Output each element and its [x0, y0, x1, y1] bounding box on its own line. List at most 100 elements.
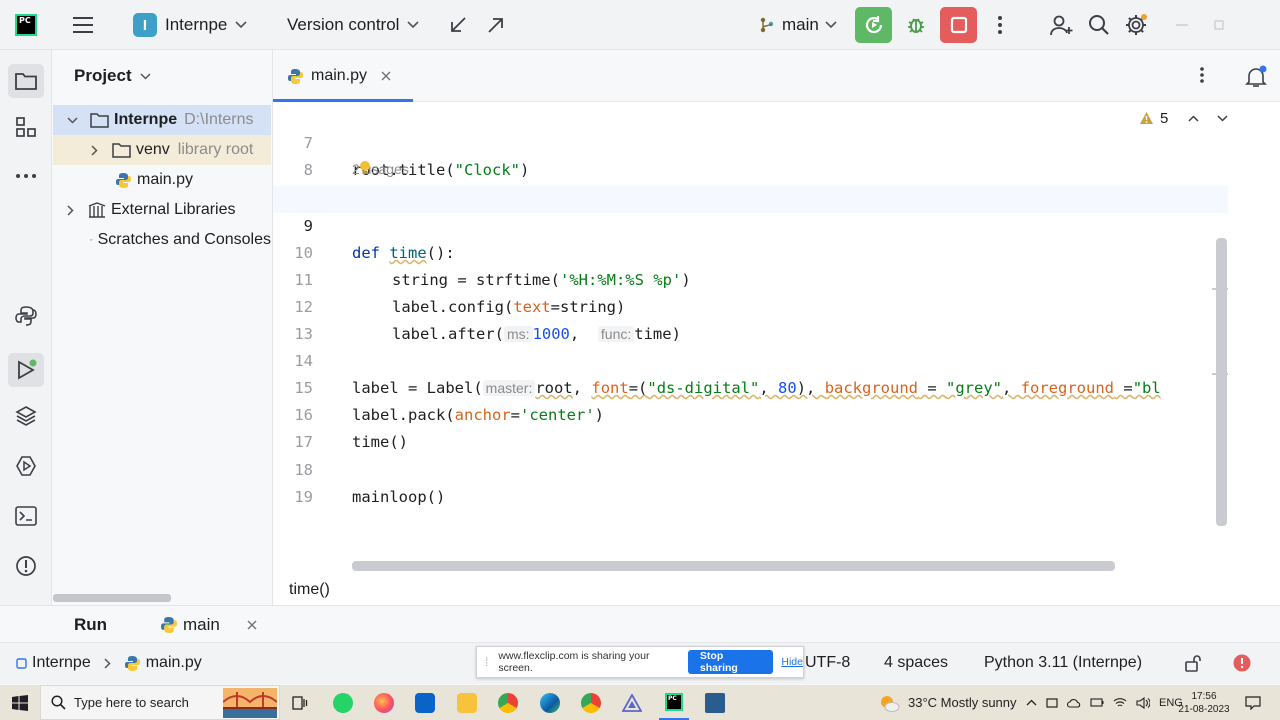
- editor-horizontal-scrollbar[interactable]: [352, 561, 1115, 571]
- run-title[interactable]: Run: [74, 606, 107, 643]
- title-bar: PC I Internpe Version control main: [0, 0, 1280, 50]
- encoding-widget[interactable]: UTF-8: [805, 643, 850, 683]
- run-icon: [18, 359, 37, 380]
- pycharm-logo[interactable]: PC: [15, 0, 37, 50]
- code-line: 12 label.after(ms: 1000, func: time): [273, 267, 1228, 343]
- pycharm-taskbar-icon[interactable]: PC: [659, 685, 689, 720]
- breadcrumb-function[interactable]: time(): [289, 581, 330, 599]
- tree-item-main-py[interactable]: main.py: [53, 165, 271, 195]
- tree-item-scratches[interactable]: Scratches and Consoles: [53, 225, 271, 255]
- run-config-name: main: [183, 614, 220, 634]
- scroll-marker: [1212, 288, 1228, 290]
- lightbulb-icon[interactable]: [358, 160, 372, 176]
- task-view-icon[interactable]: [285, 685, 315, 720]
- branch-selector[interactable]: main: [758, 0, 837, 50]
- drag-handle-icon[interactable]: ⁞: [485, 655, 488, 669]
- project-tool-button[interactable]: [8, 64, 44, 98]
- file-explorer-icon[interactable]: [452, 685, 482, 720]
- folder-icon: [90, 113, 109, 128]
- weather-text: 33°C Mostly sunny: [908, 695, 1017, 710]
- status-file[interactable]: main.py: [146, 654, 202, 672]
- project-badge: I: [133, 13, 157, 37]
- minimize-button[interactable]: [1176, 0, 1188, 50]
- chrome-icon[interactable]: [493, 685, 523, 720]
- taskbar-search-box[interactable]: Type here to search: [40, 685, 280, 720]
- tree-item-label: External Libraries: [111, 201, 236, 218]
- problems-icon[interactable]: [13, 553, 39, 579]
- run-tab-main[interactable]: main: [160, 606, 257, 643]
- more-actions-icon[interactable]: [996, 0, 1004, 50]
- vcs-selector[interactable]: Version control: [287, 0, 420, 50]
- sun-cloud-icon: [881, 695, 900, 712]
- code-line: 15 label.pack(anchor='center'): [273, 348, 1228, 424]
- windows-start-icon[interactable]: [0, 685, 40, 720]
- clock-time: 17:56: [1191, 690, 1217, 702]
- editor-tab-bar: main.py: [273, 50, 1280, 102]
- search-icon[interactable]: [1088, 0, 1110, 50]
- stop-button[interactable]: [940, 7, 977, 43]
- notifications-bell-icon[interactable]: [1244, 65, 1268, 89]
- terminal-icon[interactable]: [13, 503, 39, 529]
- line-number: 19: [294, 488, 313, 506]
- maximize-button[interactable]: [1214, 0, 1224, 50]
- code-line: 17: [273, 402, 1228, 451]
- edge-icon[interactable]: [535, 685, 565, 720]
- screen-app-icon[interactable]: [700, 685, 730, 720]
- editor-breadcrumb[interactable]: time(): [272, 575, 1280, 605]
- status-breadcrumb[interactable]: Internpe main.py: [16, 643, 202, 683]
- more-tools-icon[interactable]: [13, 163, 39, 189]
- interpreter-widget[interactable]: Python 3.11 (Internpe): [984, 643, 1142, 683]
- tree-item-venv[interactable]: venv library root: [53, 135, 271, 165]
- editor[interactable]: main.py 5 7 root.title("Clock") 8 2 usag…: [272, 50, 1280, 605]
- chevron-down-icon: [140, 72, 151, 80]
- project-selector[interactable]: I Internpe: [133, 0, 247, 50]
- clock[interactable]: 17:56 21-08-2023: [1174, 685, 1234, 720]
- add-user-icon[interactable]: [1050, 0, 1074, 50]
- wifi-icon: [1113, 698, 1127, 707]
- push-icon[interactable]: [486, 0, 506, 50]
- mail-icon[interactable]: [410, 685, 440, 720]
- horizontal-scrollbar[interactable]: [53, 594, 171, 602]
- error-indicator-icon[interactable]: [1233, 643, 1251, 683]
- tree-item-hint: library root: [177, 141, 254, 158]
- vcs-label: Version control: [287, 15, 400, 34]
- update-project-icon[interactable]: [448, 0, 468, 50]
- settings-gear-icon[interactable]: [1124, 0, 1148, 50]
- vertical-scrollbar[interactable]: [1216, 238, 1227, 526]
- weather-widget[interactable]: 33°C Mostly sunny: [878, 685, 1017, 720]
- indent-widget[interactable]: 4 spaces: [884, 643, 948, 683]
- chevron-down-icon: [825, 21, 837, 29]
- main-menu-icon[interactable]: [72, 0, 94, 50]
- layers-icon[interactable]: [13, 403, 39, 429]
- close-icon[interactable]: [381, 71, 391, 81]
- chevron-down-icon: [235, 21, 247, 29]
- notifications-center-icon[interactable]: [1240, 685, 1266, 720]
- rerun-button[interactable]: [855, 7, 892, 43]
- vpn-app-icon[interactable]: [617, 685, 647, 720]
- status-project[interactable]: Internpe: [32, 654, 91, 672]
- structure-tool-button[interactable]: [13, 114, 39, 140]
- library-icon: [88, 202, 106, 218]
- readonly-lock-icon[interactable]: [1184, 643, 1202, 683]
- services-icon[interactable]: [13, 453, 39, 479]
- system-tray[interactable]: ENG: [1026, 685, 1183, 720]
- tree-item-label: venv: [136, 141, 170, 158]
- python-packages-icon[interactable]: [13, 303, 39, 329]
- debug-icon[interactable]: [905, 0, 927, 50]
- scroll-marker: [1212, 373, 1228, 375]
- tab-main-py[interactable]: main.py: [287, 50, 391, 102]
- tab-options-icon[interactable]: [1199, 66, 1205, 84]
- project-panel-header[interactable]: Project: [74, 66, 151, 86]
- tree-item-internpe[interactable]: Internpe D:\Interns: [53, 105, 271, 135]
- chrome-profile-icon[interactable]: [576, 685, 606, 720]
- close-icon[interactable]: [247, 620, 257, 630]
- active-tab-indicator: [273, 99, 413, 102]
- hide-link[interactable]: Hide: [781, 656, 803, 668]
- firefox-icon[interactable]: [369, 685, 399, 720]
- stop-sharing-button[interactable]: Stop sharing: [687, 650, 774, 674]
- run-tool-button[interactable]: [8, 353, 44, 387]
- tree-item-external-libraries[interactable]: External Libraries: [53, 195, 271, 225]
- python-file-icon: [116, 172, 131, 188]
- whatsapp-icon[interactable]: [328, 685, 358, 720]
- screen-sharing-bar: ⁞ www.flexclip.com is sharing your scree…: [476, 646, 804, 678]
